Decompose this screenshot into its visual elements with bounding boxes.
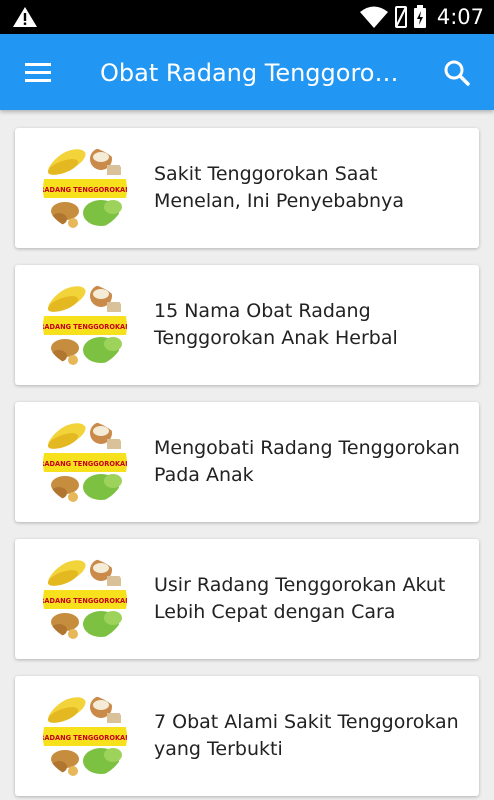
article-thumbnail: RADANG TENGGOROKAN xyxy=(43,147,127,231)
article-thumbnail: RADANG TENGGOROKAN xyxy=(43,284,127,368)
app-title: Obat Radang Tenggorokan xyxy=(100,59,406,87)
article-thumbnail: RADANG TENGGOROKAN xyxy=(43,558,127,642)
article-card[interactable]: RADANG TENGGOROKAN Mengobati Radang Teng… xyxy=(15,402,479,522)
article-title: 7 Obat Alami Sakit Tenggorokan yang Terb… xyxy=(154,711,459,760)
battery-icon xyxy=(413,5,426,28)
warning-icon xyxy=(13,7,37,27)
article-card[interactable]: RADANG TENGGOROKAN 7 Obat Alami Sakit Te… xyxy=(15,676,479,796)
svg-text:RADANG TENGGOROKAN: RADANG TENGGOROKAN xyxy=(43,460,127,468)
wifi-icon xyxy=(359,6,388,28)
svg-text:RADANG TENGGOROKAN: RADANG TENGGOROKAN xyxy=(43,323,127,331)
search-icon[interactable] xyxy=(440,56,474,90)
article-title: Sakit Tenggorokan Saat Menelan, Ini Peny… xyxy=(154,163,404,212)
article-list: RADANG TENGGOROKAN Sakit Tenggorokan Saa… xyxy=(15,128,479,800)
no-sim-icon xyxy=(394,6,407,28)
article-card[interactable]: RADANG TENGGOROKAN Usir Radang Tenggorok… xyxy=(15,539,479,659)
hamburger-menu-icon[interactable] xyxy=(20,56,56,88)
article-title: Usir Radang Tenggorokan Akut Lebih Cepat… xyxy=(154,574,446,623)
article-title: 15 Nama Obat Radang Tenggorokan Anak Her… xyxy=(154,300,398,349)
svg-text:RADANG TENGGOROKAN: RADANG TENGGOROKAN xyxy=(43,734,127,742)
article-card[interactable]: RADANG TENGGOROKAN Sakit Tenggorokan Saa… xyxy=(15,128,479,248)
article-title: Mengobati Radang Tenggorokan Pada Anak xyxy=(154,437,460,486)
status-time: 4:07 xyxy=(436,5,484,29)
app-bar: Obat Radang Tenggorokan xyxy=(0,34,494,110)
article-thumbnail: RADANG TENGGOROKAN xyxy=(43,695,127,779)
svg-text:RADANG TENGGOROKAN: RADANG TENGGOROKAN xyxy=(43,597,127,605)
svg-text:RADANG TENGGOROKAN: RADANG TENGGOROKAN xyxy=(43,186,127,194)
status-bar: 4:07 xyxy=(0,0,494,34)
article-thumbnail: RADANG TENGGOROKAN xyxy=(43,421,127,505)
article-card[interactable]: RADANG TENGGOROKAN 15 Nama Obat Radang T… xyxy=(15,265,479,385)
